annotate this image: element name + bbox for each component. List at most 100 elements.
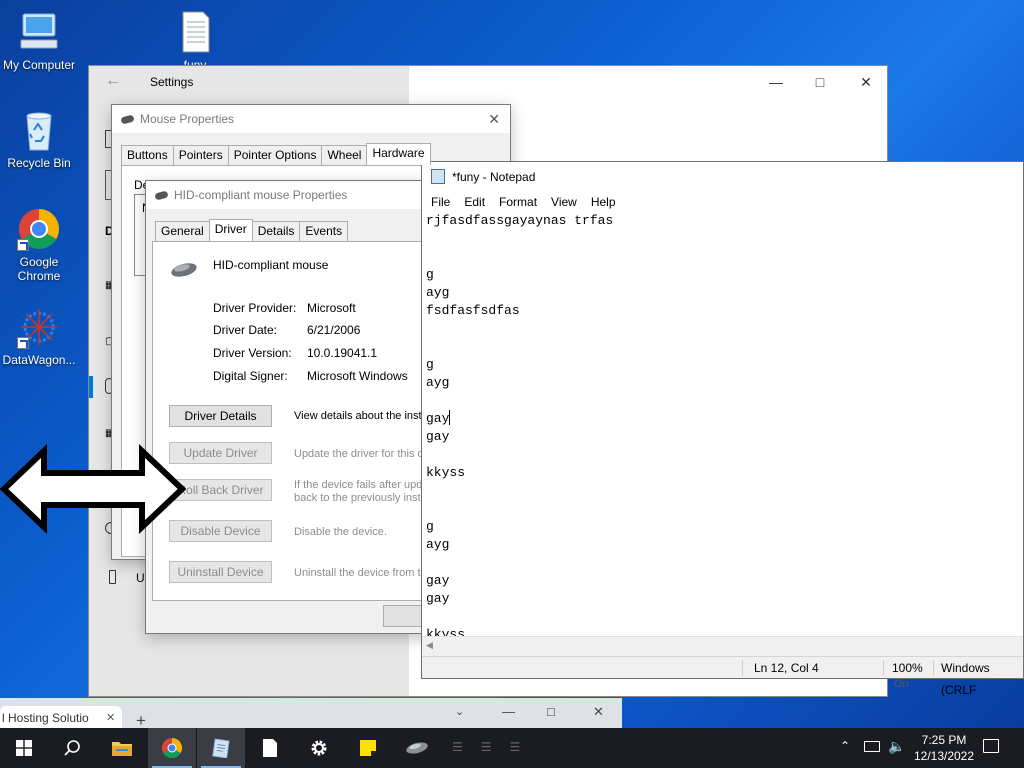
shortcut-arrow-icon — [17, 337, 29, 349]
clock-date[interactable]: 12/13/2022 — [908, 749, 980, 763]
minimize-button[interactable]: — — [502, 704, 515, 719]
notepad-line — [426, 248, 1019, 266]
driver-provider-value: Microsoft — [307, 301, 356, 315]
roll-back-driver-desc: If the device fails after upda back to t… — [294, 479, 429, 504]
hid-mouse-properties-dialog: HID-compliant mouse Properties General D… — [145, 180, 452, 634]
hid-properties-tabs: General Driver Details Events — [155, 219, 349, 241]
taskbar-mouse-properties[interactable] — [393, 728, 441, 768]
sticky-note-icon — [360, 740, 376, 756]
notepad-line — [426, 608, 1019, 626]
mouse-icon — [406, 742, 428, 754]
notepad-line: ayg — [426, 375, 450, 390]
notepad-line: ayg — [426, 285, 450, 300]
taskbar-overflow-icons: ☰☰☰ — [452, 740, 539, 754]
tab-hardware[interactable]: Hardware — [366, 143, 431, 165]
menu-edit[interactable]: Edit — [457, 192, 492, 212]
menu-file[interactable]: File — [424, 192, 457, 212]
tab-events[interactable]: Events — [299, 221, 349, 241]
taskbar-notepad[interactable] — [197, 728, 245, 768]
windows-logo-icon — [16, 740, 32, 756]
browser-tab-label: l Hosting Solutio — [2, 711, 89, 725]
uninstall-device-desc: Uninstall the device from th — [294, 567, 427, 579]
notepad-text-area[interactable]: rjfasdfassgayaynas trfas g ayg fsdfasfsdfas… — [426, 212, 1019, 636]
maximize-button[interactable]: □ — [797, 70, 843, 94]
mouse-small-icon — [154, 190, 169, 201]
taskbar-settings[interactable] — [295, 728, 343, 768]
taskbar-chrome[interactable] — [148, 728, 196, 768]
mouse-properties-tabs: Buttons Pointers Pointer Options Wheel H… — [121, 143, 431, 165]
driver-panel: HID-compliant mouse Driver Provider: Mic… — [152, 241, 452, 601]
digital-signer-label: Digital Signer: — [213, 369, 288, 383]
usb-icon[interactable] — [109, 570, 116, 584]
document-icon — [263, 739, 277, 757]
clock-time[interactable]: 7:25 PM — [916, 733, 972, 747]
status-separator — [742, 660, 743, 676]
tab-pointers[interactable]: Pointers — [172, 145, 229, 165]
device-name: HID-compliant mouse — [213, 258, 329, 272]
start-button[interactable] — [0, 728, 48, 768]
driver-details-button[interactable]: Driver Details — [169, 405, 272, 427]
text-file-icon — [173, 10, 217, 54]
disable-device-desc: Disable the device. — [294, 526, 387, 538]
menu-help[interactable]: Help — [584, 192, 623, 212]
hid-properties-titlebar: HID-compliant mouse Properties — [146, 181, 444, 209]
tab-wheel[interactable]: Wheel — [321, 145, 368, 165]
tab-general[interactable]: General — [155, 221, 210, 241]
desktop-icon-recycle-bin[interactable]: Recycle Bin — [0, 108, 81, 170]
status-separator — [883, 660, 884, 676]
desktop-icon-label: Recycle Bin — [7, 156, 71, 170]
notepad-icon — [212, 738, 230, 758]
driver-date-label: Driver Date: — [213, 323, 278, 337]
tab-details[interactable]: Details — [251, 221, 301, 241]
search-button[interactable] — [48, 728, 96, 768]
chrome-icon — [162, 738, 182, 758]
zoom-level: 100% — [892, 661, 923, 675]
tab-search-icon[interactable]: ⌄ — [455, 705, 464, 718]
horizontal-scrollbar[interactable]: ◀ — [422, 636, 1023, 656]
minimize-button[interactable]: — — [753, 70, 799, 94]
taskbar-file-explorer[interactable] — [98, 728, 146, 768]
notepad-line — [426, 230, 1019, 248]
desktop-icon-funy[interactable]: funy — [153, 10, 237, 72]
volume-icon[interactable]: 🔈 — [888, 738, 905, 755]
desktop-icon-my-computer[interactable]: My Computer — [0, 10, 81, 72]
browser-tab[interactable]: l Hosting Solutio ✕ — [0, 706, 122, 730]
driver-version-label: Driver Version: — [213, 346, 292, 360]
notepad-line: gay — [426, 591, 450, 606]
gear-icon — [311, 740, 327, 756]
driver-provider-label: Driver Provider: — [213, 301, 297, 315]
menu-format[interactable]: Format — [492, 192, 544, 212]
desktop-icon-datawagon[interactable]: DataWagon... — [0, 305, 81, 367]
back-arrow-icon[interactable]: ← — [105, 72, 121, 90]
desktop-icon-label: Google Chrome — [17, 255, 61, 283]
maximize-button[interactable]: □ — [547, 704, 555, 719]
tab-buttons[interactable]: Buttons — [121, 145, 174, 165]
desktop-icon-google-chrome[interactable]: Google Chrome — [0, 207, 81, 283]
close-button[interactable]: ✕ — [843, 70, 889, 94]
taskbar-text-file[interactable] — [246, 728, 294, 768]
desktop-icon-label: DataWagon... — [2, 353, 76, 367]
scroll-left-icon[interactable]: ◀ — [426, 640, 433, 651]
notepad-line — [426, 320, 1019, 338]
tab-pointer-options[interactable]: Pointer Options — [227, 145, 323, 165]
notepad-line: ayg — [426, 537, 450, 552]
notepad-icon — [431, 169, 445, 184]
close-icon[interactable]: ✕ — [488, 105, 500, 133]
network-icon[interactable] — [864, 741, 880, 752]
mouse-small-icon — [120, 114, 135, 125]
close-button[interactable]: ✕ — [593, 704, 604, 720]
tab-close-icon[interactable]: ✕ — [106, 706, 115, 730]
notifications-icon[interactable] — [983, 739, 999, 753]
mouse-properties-titlebar: Mouse Properties ✕ — [112, 105, 510, 133]
tab-driver[interactable]: Driver — [208, 219, 253, 241]
uninstall-device-button[interactable]: Uninstall Device — [169, 561, 272, 583]
menu-view[interactable]: View — [544, 192, 584, 212]
status-separator — [933, 660, 934, 676]
notepad-line — [426, 500, 1019, 518]
toggle-state: On — [894, 678, 909, 690]
sidebar-letter-u: U — [136, 571, 145, 585]
show-hidden-icons[interactable]: ⌃ — [840, 739, 850, 753]
driver-details-desc: View details about the insta — [294, 410, 428, 422]
taskbar-sticky-notes[interactable] — [344, 728, 392, 768]
recycle-bin-icon — [17, 108, 61, 152]
